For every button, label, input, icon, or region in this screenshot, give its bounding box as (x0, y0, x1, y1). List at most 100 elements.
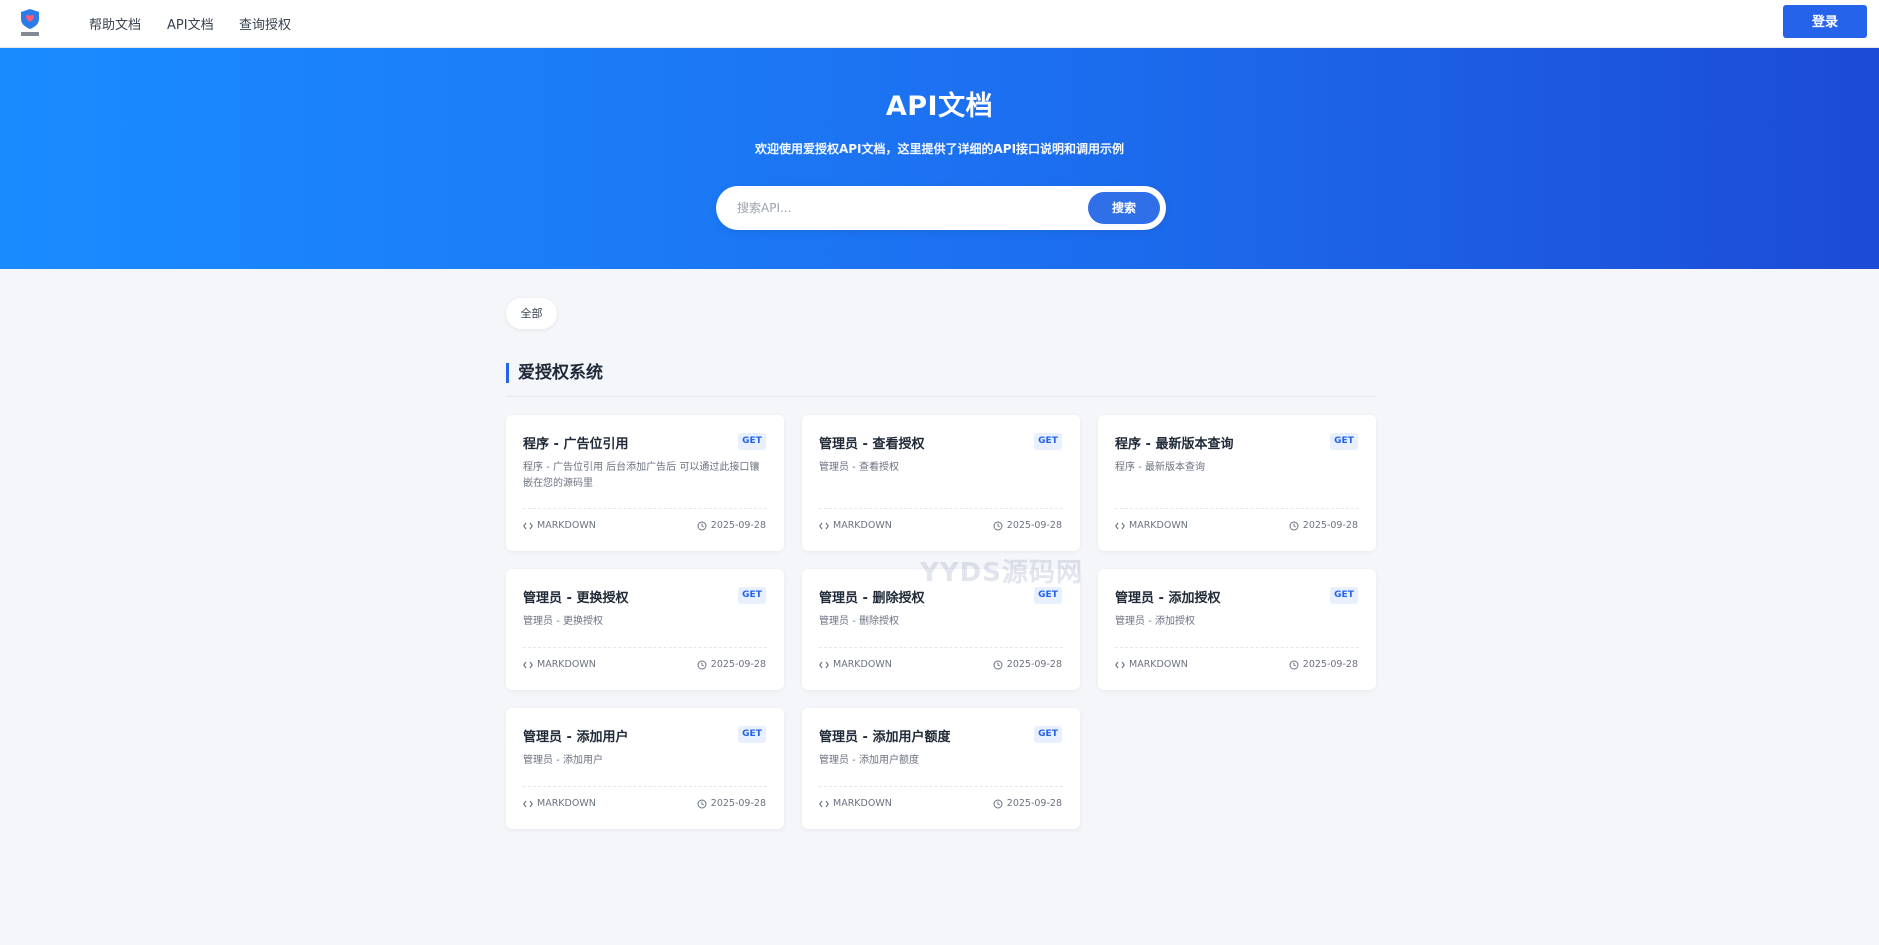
card-divider (1115, 508, 1359, 509)
page-subtitle: 欢迎使用爱授权API文档，这里提供了详细的API接口说明和调用示例 (754, 142, 1125, 156)
http-method-badge: GET (738, 587, 766, 604)
code-icon (523, 520, 537, 531)
api-card-title: 程序 - 广告位引用 (523, 437, 629, 452)
date-label: 2025-09-28 (1006, 659, 1062, 670)
http-method-badge: GET (1034, 587, 1062, 604)
clock-icon (1289, 520, 1303, 531)
code-icon (1115, 520, 1129, 531)
api-card-description: 程序 - 最新版本查询 (1115, 462, 1205, 473)
doc-type-label: MARKDOWN (1129, 659, 1188, 670)
date-label: 2025-09-28 (1302, 520, 1358, 531)
hero-banner: API文档 欢迎使用爱授权API文档，这里提供了详细的API接口说明和调用示例 … (0, 48, 1879, 269)
doc-type-label: MARKDOWN (833, 659, 892, 670)
top-navbar: 帮助文档 API文档 查询授权 登录 (0, 0, 1879, 48)
doc-type: MARKDOWN (819, 658, 892, 672)
doc-type-label: MARKDOWN (537, 798, 596, 809)
filter-all-chip[interactable]: 全部 (506, 298, 557, 329)
clock-icon (1289, 659, 1303, 670)
clock-icon (697, 798, 711, 809)
doc-type: MARKDOWN (523, 519, 596, 533)
card-divider (819, 786, 1063, 787)
nav-help-docs[interactable]: 帮助文档 (89, 14, 141, 33)
http-method-badge: GET (1034, 726, 1062, 743)
doc-type-label: MARKDOWN (1129, 520, 1188, 531)
api-card-description: 管理员 - 更换授权 (523, 616, 603, 627)
api-card[interactable]: 管理员 - 更换授权 GET 管理员 - 更换授权 MARKDOWN 2025-09-2… (506, 569, 784, 690)
api-card[interactable]: 管理员 - 添加授权 GET 管理员 - 添加授权 MARKDOWN 2025-09-2… (1098, 569, 1376, 690)
date-label: 2025-09-28 (1006, 520, 1062, 531)
api-card-description: 管理员 - 添加用户 (523, 755, 603, 766)
doc-type-label: MARKDOWN (537, 520, 596, 531)
doc-type: MARKDOWN (523, 797, 596, 811)
api-card-description: 管理员 - 添加授权 (1115, 616, 1195, 627)
code-icon (819, 520, 833, 531)
http-method-badge: GET (1330, 433, 1358, 450)
update-date: 2025-09-28 (993, 797, 1062, 811)
date-label: 2025-09-28 (1006, 798, 1062, 809)
doc-type-label: MARKDOWN (833, 798, 892, 809)
date-label: 2025-09-28 (710, 520, 766, 531)
api-card[interactable]: 管理员 - 查看授权 GET 管理员 - 查看授权 MARKDOWN 2025-09-2… (802, 415, 1080, 551)
search-button[interactable]: 搜索 (1088, 192, 1160, 224)
nav-api-docs[interactable]: API文档 (167, 14, 214, 33)
card-divider (1115, 647, 1359, 648)
api-card[interactable]: 管理员 - 添加用户 GET 管理员 - 添加用户 MARKDOWN 2025-09-2… (506, 708, 784, 829)
http-method-badge: GET (738, 433, 766, 450)
card-divider (819, 508, 1063, 509)
watermark: YYDS源码网 (920, 558, 1083, 588)
api-card[interactable]: 管理员 - 添加用户额度 GET 管理员 - 添加用户额度 MARKDOWN 2025-… (802, 708, 1080, 829)
http-method-badge: GET (1034, 433, 1062, 450)
card-divider (523, 508, 767, 509)
api-card-title: 管理员 - 添加授权 (1115, 591, 1221, 606)
date-label: 2025-09-28 (1302, 659, 1358, 670)
nav-query-auth[interactable]: 查询授权 (239, 14, 291, 33)
update-date: 2025-09-28 (697, 519, 766, 533)
doc-type-label: MARKDOWN (833, 520, 892, 531)
code-icon (523, 798, 537, 809)
login-button[interactable]: 登录 (1783, 5, 1867, 38)
date-label: 2025-09-28 (710, 798, 766, 809)
api-card-description: 管理员 - 添加用户额度 (819, 755, 919, 766)
search-input[interactable] (737, 197, 1077, 219)
doc-type: MARKDOWN (819, 797, 892, 811)
api-card-title: 管理员 - 查看授权 (819, 437, 925, 452)
card-divider (523, 786, 767, 787)
api-card-title: 管理员 - 更换授权 (523, 591, 629, 606)
http-method-badge: GET (1330, 587, 1358, 604)
page-title: API文档 (885, 91, 994, 122)
api-card-title: 管理员 - 删除授权 (819, 591, 925, 606)
api-card-title: 程序 - 最新版本查询 (1115, 437, 1234, 452)
code-icon (523, 659, 537, 670)
code-icon (1115, 659, 1129, 670)
update-date: 2025-09-28 (993, 519, 1062, 533)
doc-type: MARKDOWN (819, 519, 892, 533)
date-label: 2025-09-28 (710, 659, 766, 670)
section-title: 爱授权系统 (506, 363, 603, 383)
section-divider (506, 396, 1375, 397)
doc-type: MARKDOWN (1115, 519, 1188, 533)
doc-type-label: MARKDOWN (537, 659, 596, 670)
shield-logo-icon[interactable] (18, 7, 42, 39)
doc-type: MARKDOWN (1115, 658, 1188, 672)
doc-type: MARKDOWN (523, 658, 596, 672)
update-date: 2025-09-28 (993, 658, 1062, 672)
clock-icon (993, 520, 1007, 531)
update-date: 2025-09-28 (1289, 658, 1358, 672)
api-card[interactable]: 程序 - 广告位引用 GET 程序 - 广告位引用 后台添加广告后 可以通过此接口镶… (506, 415, 784, 551)
clock-icon (697, 659, 711, 670)
clock-icon (697, 520, 711, 531)
api-card[interactable]: 程序 - 最新版本查询 GET 程序 - 最新版本查询 MARKDOWN 2025-09… (1098, 415, 1376, 551)
clock-icon (993, 659, 1007, 670)
api-card-title: 管理员 - 添加用户 (523, 730, 629, 745)
update-date: 2025-09-28 (1289, 519, 1358, 533)
api-card-title: 管理员 - 添加用户额度 (819, 730, 951, 745)
card-divider (523, 647, 767, 648)
api-card-description: 程序 - 广告位引用 后台添加广告后 可以通过此接口镶嵌在您的源码里 (523, 462, 760, 489)
card-divider (819, 647, 1063, 648)
api-card-description: 管理员 - 删除授权 (819, 616, 899, 627)
api-card-description: 管理员 - 查看授权 (819, 462, 899, 473)
code-icon (819, 798, 833, 809)
search-box: 搜索 (716, 186, 1166, 230)
update-date: 2025-09-28 (697, 797, 766, 811)
update-date: 2025-09-28 (697, 658, 766, 672)
